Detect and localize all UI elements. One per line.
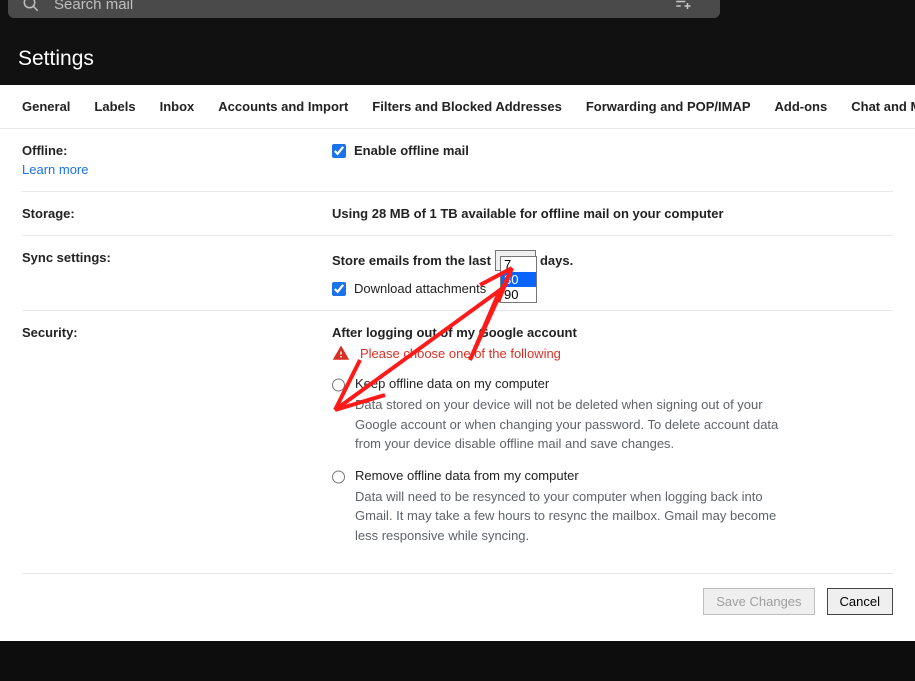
download-attachments-label: Download attachments — [354, 281, 486, 296]
keep-data-radio[interactable] — [332, 377, 345, 393]
save-button: Save Changes — [703, 588, 814, 615]
enable-offline-label: Enable offline mail — [354, 143, 469, 158]
tab-chat[interactable]: Chat and M — [851, 99, 915, 114]
storage-label: Storage: — [22, 206, 332, 221]
download-attachments-checkbox[interactable] — [332, 282, 346, 296]
keep-data-desc: Data stored on your device will not be d… — [355, 395, 782, 454]
search-options-icon[interactable] — [674, 0, 706, 16]
sync-option-90[interactable]: 90 — [501, 287, 536, 302]
security-header: After logging out of my Google account — [332, 325, 893, 340]
offline-label: Offline: — [22, 143, 68, 158]
tab-general[interactable]: General — [22, 99, 70, 114]
tab-forwarding[interactable]: Forwarding and POP/IMAP — [586, 99, 751, 114]
sync-option-30[interactable]: 30 — [501, 272, 536, 287]
tab-addons[interactable]: Add-ons — [775, 99, 828, 114]
sync-option-7[interactable]: 7 — [501, 257, 536, 272]
learn-more-link[interactable]: Learn more — [22, 162, 332, 177]
remove-data-radio[interactable] — [332, 469, 345, 485]
sync-suffix: days. — [540, 253, 573, 268]
keep-data-title: Keep offline data on my computer — [355, 376, 782, 391]
remove-data-title: Remove offline data from my computer — [355, 468, 782, 483]
page-title: Settings — [0, 33, 915, 85]
footer — [0, 641, 915, 681]
warning-icon — [332, 344, 350, 362]
remove-data-desc: Data will need to be resynced to your co… — [355, 487, 782, 546]
tab-labels[interactable]: Labels — [94, 99, 135, 114]
storage-text: Using 28 MB of 1 TB available for offlin… — [332, 206, 893, 221]
security-label: Security: — [22, 325, 332, 559]
enable-offline-checkbox[interactable] — [332, 144, 346, 158]
sync-days-dropdown[interactable]: 7 30 90 — [500, 256, 537, 303]
tab-filters[interactable]: Filters and Blocked Addresses — [372, 99, 562, 114]
security-warning: Please choose one of the following — [360, 346, 561, 361]
tab-inbox[interactable]: Inbox — [160, 99, 195, 114]
tab-accounts[interactable]: Accounts and Import — [218, 99, 348, 114]
search-box[interactable]: Search mail — [8, 0, 720, 18]
search-icon — [22, 0, 40, 13]
search-placeholder: Search mail — [54, 0, 133, 13]
settings-tabs: General Labels Inbox Accounts and Import… — [0, 85, 915, 129]
cancel-button[interactable]: Cancel — [827, 588, 893, 615]
sync-label: Sync settings: — [22, 250, 332, 296]
sync-prefix: Store emails from the last — [332, 253, 491, 268]
